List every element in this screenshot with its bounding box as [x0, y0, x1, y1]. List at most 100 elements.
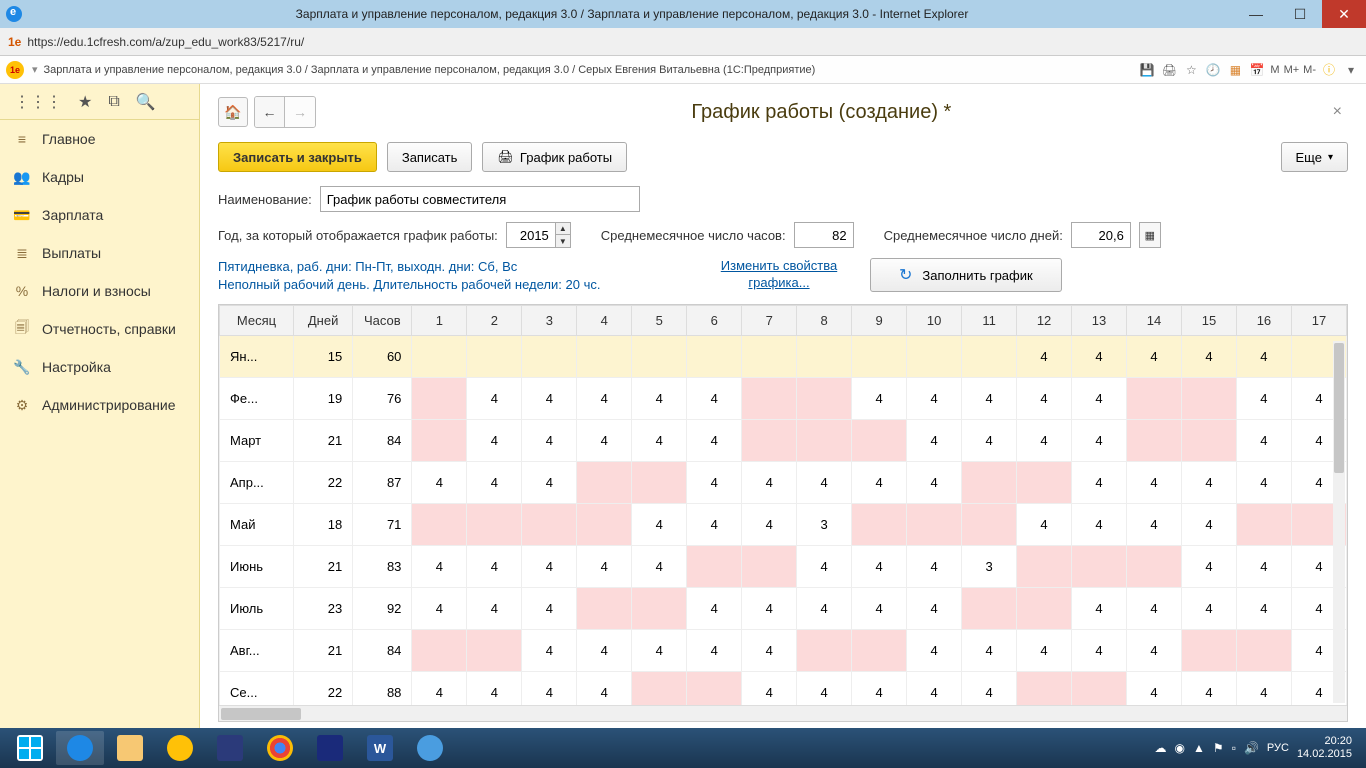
forward-button[interactable]: → [285, 97, 315, 127]
table-row[interactable]: Авг...218444444444444 [220, 630, 1347, 672]
calculator-icon[interactable]: ▦ [1226, 61, 1244, 79]
horizontal-scrollbar[interactable] [219, 705, 1347, 721]
sidebar-item-1[interactable]: 👥Кадры [0, 158, 199, 196]
cell-day[interactable] [1072, 672, 1127, 706]
cell-day[interactable]: 4 [632, 546, 687, 588]
cell-day[interactable]: 4 [1236, 336, 1291, 378]
cell-day[interactable] [467, 504, 522, 546]
col-day-11[interactable]: 11 [962, 306, 1017, 336]
cell-day[interactable]: 4 [742, 588, 797, 630]
cell-day[interactable]: 4 [467, 378, 522, 420]
cell-day[interactable]: 4 [1127, 630, 1182, 672]
name-input[interactable] [320, 186, 640, 212]
cell-day[interactable]: 4 [1127, 672, 1182, 706]
cell-day[interactable] [962, 462, 1017, 504]
col-day-7[interactable]: 7 [742, 306, 797, 336]
col-day-13[interactable]: 13 [1072, 306, 1127, 336]
col-day-4[interactable]: 4 [577, 306, 632, 336]
cell-day[interactable]: 4 [742, 630, 797, 672]
cell-day[interactable] [1181, 630, 1236, 672]
cell-day[interactable] [412, 504, 467, 546]
sidebar-item-4[interactable]: %Налоги и взносы [0, 272, 199, 310]
cell-day[interactable] [852, 336, 907, 378]
cell-day[interactable]: 4 [742, 462, 797, 504]
cell-day[interactable] [632, 336, 687, 378]
cell-day[interactable]: 4 [522, 630, 577, 672]
cell-day[interactable] [1236, 504, 1291, 546]
tb-app3[interactable] [406, 731, 454, 765]
cell-day[interactable] [852, 630, 907, 672]
print-icon[interactable]: 🖨 [1160, 61, 1178, 79]
cell-day[interactable] [1017, 546, 1072, 588]
tray-circle-icon[interactable]: ◉ [1175, 741, 1185, 755]
cell-day[interactable] [1072, 546, 1127, 588]
table-row[interactable]: Се...22884444444444444 [220, 672, 1347, 706]
cell-day[interactable]: 4 [1181, 546, 1236, 588]
col-day-10[interactable]: 10 [907, 306, 962, 336]
table-row[interactable]: Май187144434444 [220, 504, 1347, 546]
cell-day[interactable]: 4 [522, 378, 577, 420]
cell-day[interactable]: 4 [522, 546, 577, 588]
cell-day[interactable]: 4 [1127, 336, 1182, 378]
cell-day[interactable]: 4 [467, 420, 522, 462]
sidebar-item-3[interactable]: ≣Выплаты [0, 234, 199, 272]
sidebar-item-0[interactable]: ≡Главное [0, 120, 199, 158]
cell-day[interactable]: 4 [907, 630, 962, 672]
cell-day[interactable] [577, 336, 632, 378]
cell-day[interactable]: 4 [1072, 420, 1127, 462]
cell-day[interactable]: 4 [577, 672, 632, 706]
year-up-icon[interactable]: ▲ [556, 223, 570, 235]
cell-day[interactable] [1017, 672, 1072, 706]
tb-app2[interactable] [306, 731, 354, 765]
cell-day[interactable]: 4 [577, 546, 632, 588]
table-row[interactable]: Июль23924444444444444 [220, 588, 1347, 630]
star-icon[interactable]: ★ [78, 92, 92, 112]
change-properties-link[interactable]: Изменить свойства графика... [704, 258, 854, 292]
cell-day[interactable] [632, 462, 687, 504]
m-plus-button[interactable]: M+ [1284, 64, 1300, 76]
cell-day[interactable]: 4 [577, 420, 632, 462]
cell-day[interactable]: 4 [1181, 462, 1236, 504]
windows-icon[interactable]: ⧉ [108, 93, 119, 111]
cell-day[interactable]: 4 [1236, 546, 1291, 588]
cell-day[interactable]: 4 [522, 588, 577, 630]
avg-days-input[interactable] [1071, 222, 1131, 248]
col-day-12[interactable]: 12 [1017, 306, 1072, 336]
cell-day[interactable] [577, 504, 632, 546]
col-month[interactable]: Месяц [220, 306, 294, 336]
cell-day[interactable] [1017, 462, 1072, 504]
cell-day[interactable]: 4 [1236, 672, 1291, 706]
tb-app1[interactable] [206, 731, 254, 765]
maximize-button[interactable]: ☐ [1278, 0, 1322, 28]
tb-ie[interactable] [56, 731, 104, 765]
cell-day[interactable]: 4 [1072, 588, 1127, 630]
cell-day[interactable]: 4 [467, 462, 522, 504]
col-day-6[interactable]: 6 [687, 306, 742, 336]
cell-day[interactable]: 4 [632, 420, 687, 462]
close-tab-icon[interactable]: × [1327, 103, 1348, 121]
col-days[interactable]: Дней [294, 306, 353, 336]
cell-day[interactable] [797, 420, 852, 462]
cell-day[interactable]: 4 [687, 378, 742, 420]
cell-day[interactable]: 4 [1072, 336, 1127, 378]
cell-day[interactable]: 4 [797, 546, 852, 588]
col-day-1[interactable]: 1 [412, 306, 467, 336]
cell-day[interactable]: 4 [1236, 462, 1291, 504]
cell-day[interactable]: 4 [797, 462, 852, 504]
cell-day[interactable] [1127, 378, 1182, 420]
cell-day[interactable]: 4 [907, 588, 962, 630]
back-button[interactable]: ← [255, 97, 285, 127]
col-day-3[interactable]: 3 [522, 306, 577, 336]
cell-day[interactable]: 4 [907, 462, 962, 504]
calc-button[interactable]: ▦ [1139, 222, 1161, 248]
save-close-button[interactable]: Записать и закрыть [218, 142, 377, 172]
cell-day[interactable] [797, 336, 852, 378]
tray-flag-icon[interactable]: ▫ [1232, 741, 1236, 755]
col-day-8[interactable]: 8 [797, 306, 852, 336]
avg-hours-input[interactable] [794, 222, 854, 248]
address-bar[interactable]: 1e https://edu.1cfresh.com/a/zup_edu_wor… [0, 28, 1366, 56]
col-day-9[interactable]: 9 [852, 306, 907, 336]
tb-chrome[interactable] [256, 731, 304, 765]
cell-day[interactable]: 4 [1127, 588, 1182, 630]
cell-day[interactable]: 4 [907, 378, 962, 420]
